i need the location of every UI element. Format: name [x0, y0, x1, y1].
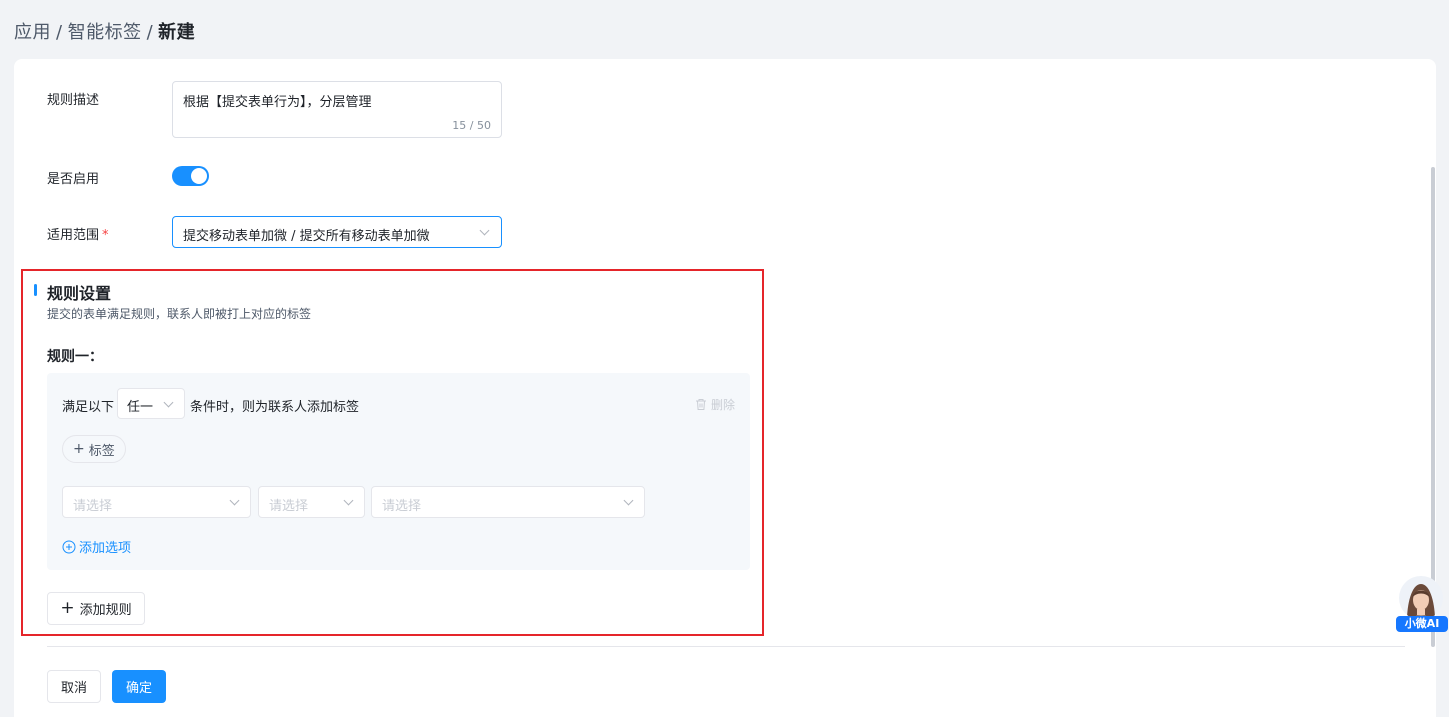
add-rule-label: 添加规则 — [79, 603, 132, 618]
add-tag-label: 标签 — [88, 443, 115, 459]
chevron-down-icon — [479, 225, 490, 236]
add-option-link[interactable]: 添加选项 — [62, 537, 131, 556]
select-placeholder: 请选择 — [73, 499, 113, 514]
ai-avatar — [1399, 576, 1443, 620]
condition-field-select[interactable]: 请选择 — [62, 486, 251, 518]
breadcrumb-item-apps[interactable]: 应用 — [14, 22, 51, 43]
breadcrumb-separator: / — [56, 22, 63, 43]
avatar-portrait-icon — [1399, 576, 1443, 620]
breadcrumb-separator: / — [146, 22, 154, 43]
confirm-button[interactable]: 确定 — [112, 670, 166, 703]
divider — [47, 646, 1405, 647]
ai-assistant-widget[interactable]: 小微AI — [1396, 576, 1448, 634]
condition-value-select[interactable]: 请选择 — [371, 486, 645, 518]
add-tag-button[interactable]: + 标签 — [62, 435, 126, 463]
select-placeholder: 请选择 — [269, 499, 309, 514]
match-type-value: 任一 — [127, 400, 154, 415]
plus-icon: + — [73, 441, 85, 457]
condition-operator-select[interactable]: 请选择 — [258, 486, 365, 518]
scope-select-value: 提交移动表单加微 / 提交所有移动表单加微 — [183, 229, 430, 244]
add-option-label: 添加选项 — [79, 541, 132, 556]
breadcrumb-item-smart-tags[interactable]: 智能标签 — [68, 22, 142, 43]
scrollbar[interactable] — [1430, 167, 1436, 647]
breadcrumb-item-current: 新建 — [158, 22, 196, 43]
char-counter: 15 / 50 — [452, 119, 491, 132]
toggle-knob — [191, 168, 207, 184]
enable-toggle[interactable] — [172, 166, 209, 186]
desc-label: 规则描述 — [47, 93, 100, 108]
scope-label: 适用范围 * — [47, 224, 109, 243]
condition-suffix: 条件时，则为联系人添加标签 — [190, 400, 360, 415]
select-placeholder: 请选择 — [382, 499, 422, 514]
condition-prefix: 满足以下 — [62, 400, 115, 415]
form-card: 规则描述 根据【提交表单行为】，分层管理 15 / 50 是否启用 适用范围 * … — [14, 59, 1436, 717]
scrollbar-thumb[interactable] — [1431, 167, 1435, 647]
match-type-select[interactable]: 任一 — [117, 388, 185, 419]
rule-panel: 满足以下 任一 条件时，则为联系人添加标签 删除 + 标签 请选择 请选择 请选… — [47, 373, 750, 570]
delete-rule-button[interactable]: 删除 — [695, 396, 735, 413]
chevron-down-icon — [343, 495, 354, 506]
chevron-down-icon — [163, 397, 174, 408]
required-mark: * — [102, 228, 109, 243]
cancel-button[interactable]: 取消 — [47, 670, 101, 703]
breadcrumb: 应用 / 智能标签 / 新建 — [14, 18, 195, 44]
chevron-down-icon — [623, 495, 634, 506]
rule-title: 规则一： — [47, 349, 103, 365]
chevron-down-icon — [229, 495, 240, 506]
add-rule-button[interactable]: + 添加规则 — [47, 592, 145, 625]
trash-icon — [695, 399, 706, 410]
plus-icon: + — [60, 598, 75, 618]
section-subtitle: 提交的表单满足规则，联系人即被打上对应的标签 — [47, 307, 312, 321]
ai-badge: 小微AI — [1396, 616, 1448, 632]
scope-select[interactable]: 提交移动表单加微 / 提交所有移动表单加微 — [172, 216, 502, 248]
delete-rule-label: 删除 — [710, 398, 735, 412]
section-title: 规则设置 — [47, 284, 112, 303]
section-accent-bar — [34, 284, 37, 296]
rule-description-text: 根据【提交表单行为】，分层管理 — [183, 95, 372, 110]
scope-label-text: 适用范围 — [47, 228, 100, 243]
rule-description-textarea[interactable]: 根据【提交表单行为】，分层管理 15 / 50 — [172, 81, 502, 138]
enable-label: 是否启用 — [47, 172, 100, 187]
plus-circle-icon — [62, 540, 76, 553]
